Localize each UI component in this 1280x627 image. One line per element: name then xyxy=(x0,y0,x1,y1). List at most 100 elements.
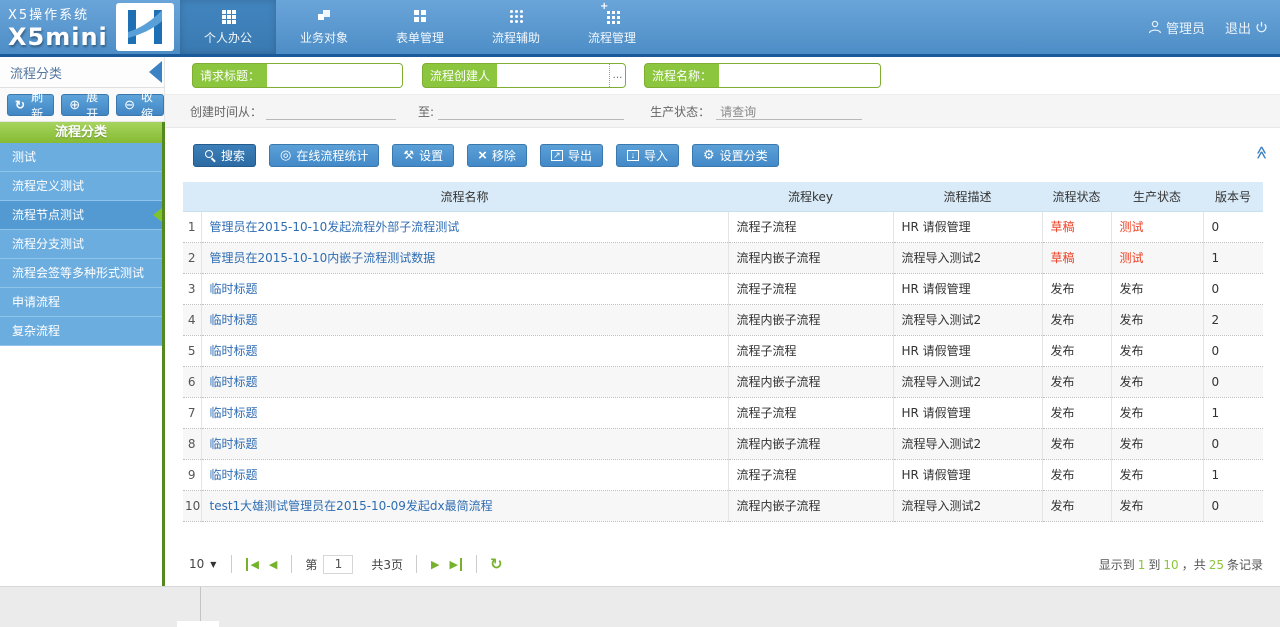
process-name-link[interactable]: 临时标题 xyxy=(210,437,258,451)
process-name-link[interactable]: test1大雄测试管理员在2015-10-09发起dx最简流程 xyxy=(210,499,493,513)
process-status: 发布 xyxy=(1042,397,1111,428)
process-name-link[interactable]: 临时标题 xyxy=(210,344,258,358)
sidebar-item[interactable]: 流程定义测试 xyxy=(0,172,162,201)
nav-tab[interactable]: 流程辅助 xyxy=(468,0,564,54)
logout-button[interactable]: 退出 xyxy=(1225,18,1268,37)
prev-page-button[interactable]: ◀ xyxy=(269,558,277,571)
export-icon xyxy=(551,150,563,161)
process-name-link[interactable]: 临时标题 xyxy=(210,282,258,296)
process-name-link[interactable]: 临时标题 xyxy=(210,468,258,482)
toolbar-button[interactable]: 导出 xyxy=(540,144,603,167)
sidebar-toolbar: 刷新 展开 收缩 xyxy=(0,88,165,122)
sidebar-item-label: 流程定义测试 xyxy=(12,179,84,193)
nav-tab[interactable]: 业务对象 xyxy=(276,0,372,54)
tab-label: 个人办公 xyxy=(204,29,252,46)
process-name-link[interactable]: 管理员在2015-10-10内嵌子流程测试数据 xyxy=(210,251,436,265)
process-name-link[interactable]: 管理员在2015-10-10发起流程外部子流程测试 xyxy=(210,220,460,234)
sidebar-item[interactable]: 流程会签等多种形式测试 xyxy=(0,259,162,288)
page-number-input[interactable] xyxy=(323,555,353,574)
panel-collapse-arrow-icon[interactable] xyxy=(149,61,162,83)
summary-total: 25 xyxy=(1209,558,1224,572)
table-row: 2 管理员在2015-10-10内嵌子流程测试数据 流程内嵌子流程 流程导入测试… xyxy=(183,242,1263,273)
page-size-dropdown[interactable]: 10 ▼ xyxy=(183,557,222,571)
button-label: 刷新 xyxy=(28,88,46,122)
prod-status: 发布 xyxy=(1111,459,1203,490)
prod-status: 发布 xyxy=(1111,366,1203,397)
prod-status-label: 生产状态： xyxy=(650,103,710,120)
toolbar-button[interactable]: 搜索 xyxy=(193,144,256,167)
sidebar-item[interactable]: 流程节点测试 xyxy=(0,201,162,230)
top-header: X5操作系统 X5mini 个人办公 业务对象 表单管理 xyxy=(0,0,1280,57)
separator xyxy=(231,555,232,573)
search-field-label: 流程创建人 xyxy=(423,64,497,87)
sidebar-item[interactable]: 申请流程 xyxy=(0,288,162,317)
search-field-input[interactable] xyxy=(497,64,609,87)
dropdown-arrow-icon: ▼ xyxy=(210,560,216,569)
row-number: 6 xyxy=(183,366,201,397)
separator xyxy=(416,555,417,573)
sidebar-item[interactable]: 流程分支测试 xyxy=(0,230,162,259)
sidebar-item-label: 复杂流程 xyxy=(12,324,60,338)
user-name: 管理员 xyxy=(1166,18,1205,37)
last-page-button[interactable]: ▶ xyxy=(450,558,462,571)
sidebar-toolbar-button[interactable]: 收缩 xyxy=(116,94,164,116)
version-number: 0 xyxy=(1203,490,1263,521)
prod-status: 测试 xyxy=(1111,242,1203,273)
nav-tab[interactable]: 流程管理 xyxy=(564,0,660,54)
prod-status: 测试 xyxy=(1111,211,1203,242)
toolbar-button-label: 导出 xyxy=(568,147,592,164)
refresh-grid-icon[interactable]: ↻ xyxy=(490,555,503,573)
search-field: 流程名称： xyxy=(644,63,881,88)
user-area: 管理员 退出 xyxy=(1148,0,1268,54)
table-row: 10 test1大雄测试管理员在2015-10-09发起dx最简流程 流程内嵌子… xyxy=(183,490,1263,521)
panel-title-label: 流程分类 xyxy=(10,63,62,82)
toolbar-button-label: 搜索 xyxy=(221,147,245,164)
process-name-link[interactable]: 临时标题 xyxy=(210,406,258,420)
summary-to: 10 xyxy=(1163,558,1178,572)
main-content: 请求标题： 流程创建人 … 流程名称： 创建时间从： 至: 生产状态： 请查询 xyxy=(165,57,1280,586)
process-name-link[interactable]: 临时标题 xyxy=(210,375,258,389)
nav-tab[interactable]: 个人办公 xyxy=(180,0,276,54)
date-to-input[interactable] xyxy=(438,103,624,120)
date-from-input[interactable] xyxy=(266,103,396,120)
prod-status: 发布 xyxy=(1111,428,1203,459)
process-desc: HR 请假管理 xyxy=(893,397,1042,428)
search-field-input[interactable] xyxy=(267,64,402,87)
strip-resize-handle[interactable] xyxy=(177,621,219,627)
column-header: 流程描述 xyxy=(893,182,1042,211)
toolbar-button[interactable]: 移除 xyxy=(467,144,527,167)
row-number: 4 xyxy=(183,304,201,335)
prod-status-select[interactable]: 请查询 xyxy=(716,103,862,120)
panel-collapse-up-icon[interactable]: ≪ xyxy=(1254,146,1269,160)
tab-label: 流程管理 xyxy=(588,29,636,46)
column-header: 版本号 xyxy=(1203,182,1263,211)
user-picker-button[interactable]: … xyxy=(609,64,625,87)
version-number: 1 xyxy=(1203,397,1263,428)
first-page-button[interactable]: ◀ xyxy=(246,558,258,571)
process-name-link[interactable]: 临时标题 xyxy=(210,313,258,327)
wrench-icon xyxy=(403,148,414,162)
process-desc: HR 请假管理 xyxy=(893,335,1042,366)
search-field-input[interactable] xyxy=(719,64,880,87)
process-status: 草稿 xyxy=(1042,211,1111,242)
process-icon xyxy=(604,8,620,24)
row-number: 9 xyxy=(183,459,201,490)
main-nav: 个人办公 业务对象 表单管理 流程辅助 流程管理 xyxy=(180,0,660,54)
toolbar-button[interactable]: 导入 xyxy=(616,144,679,167)
user-menu[interactable]: 管理员 xyxy=(1148,18,1205,37)
next-page-button[interactable]: ▶ xyxy=(431,558,439,571)
process-desc: HR 请假管理 xyxy=(893,273,1042,304)
nav-tab[interactable]: 表单管理 xyxy=(372,0,468,54)
strip-divider xyxy=(200,587,201,621)
form-icon xyxy=(412,8,428,24)
sidebar-item[interactable]: 测试 xyxy=(0,143,162,172)
collapse-icon xyxy=(124,97,135,113)
sidebar-toolbar-button[interactable]: 展开 xyxy=(61,94,109,116)
sidebar-toolbar-button[interactable]: 刷新 xyxy=(7,94,54,116)
page-prefix-label: 第 xyxy=(305,556,317,573)
toolbar-button[interactable]: 设置分类 xyxy=(692,144,779,167)
toolbar-button[interactable]: 在线流程统计 xyxy=(269,144,379,167)
process-key: 流程内嵌子流程 xyxy=(728,428,893,459)
toolbar-button[interactable]: 设置 xyxy=(392,144,454,167)
sidebar-item[interactable]: 复杂流程 xyxy=(0,317,162,346)
